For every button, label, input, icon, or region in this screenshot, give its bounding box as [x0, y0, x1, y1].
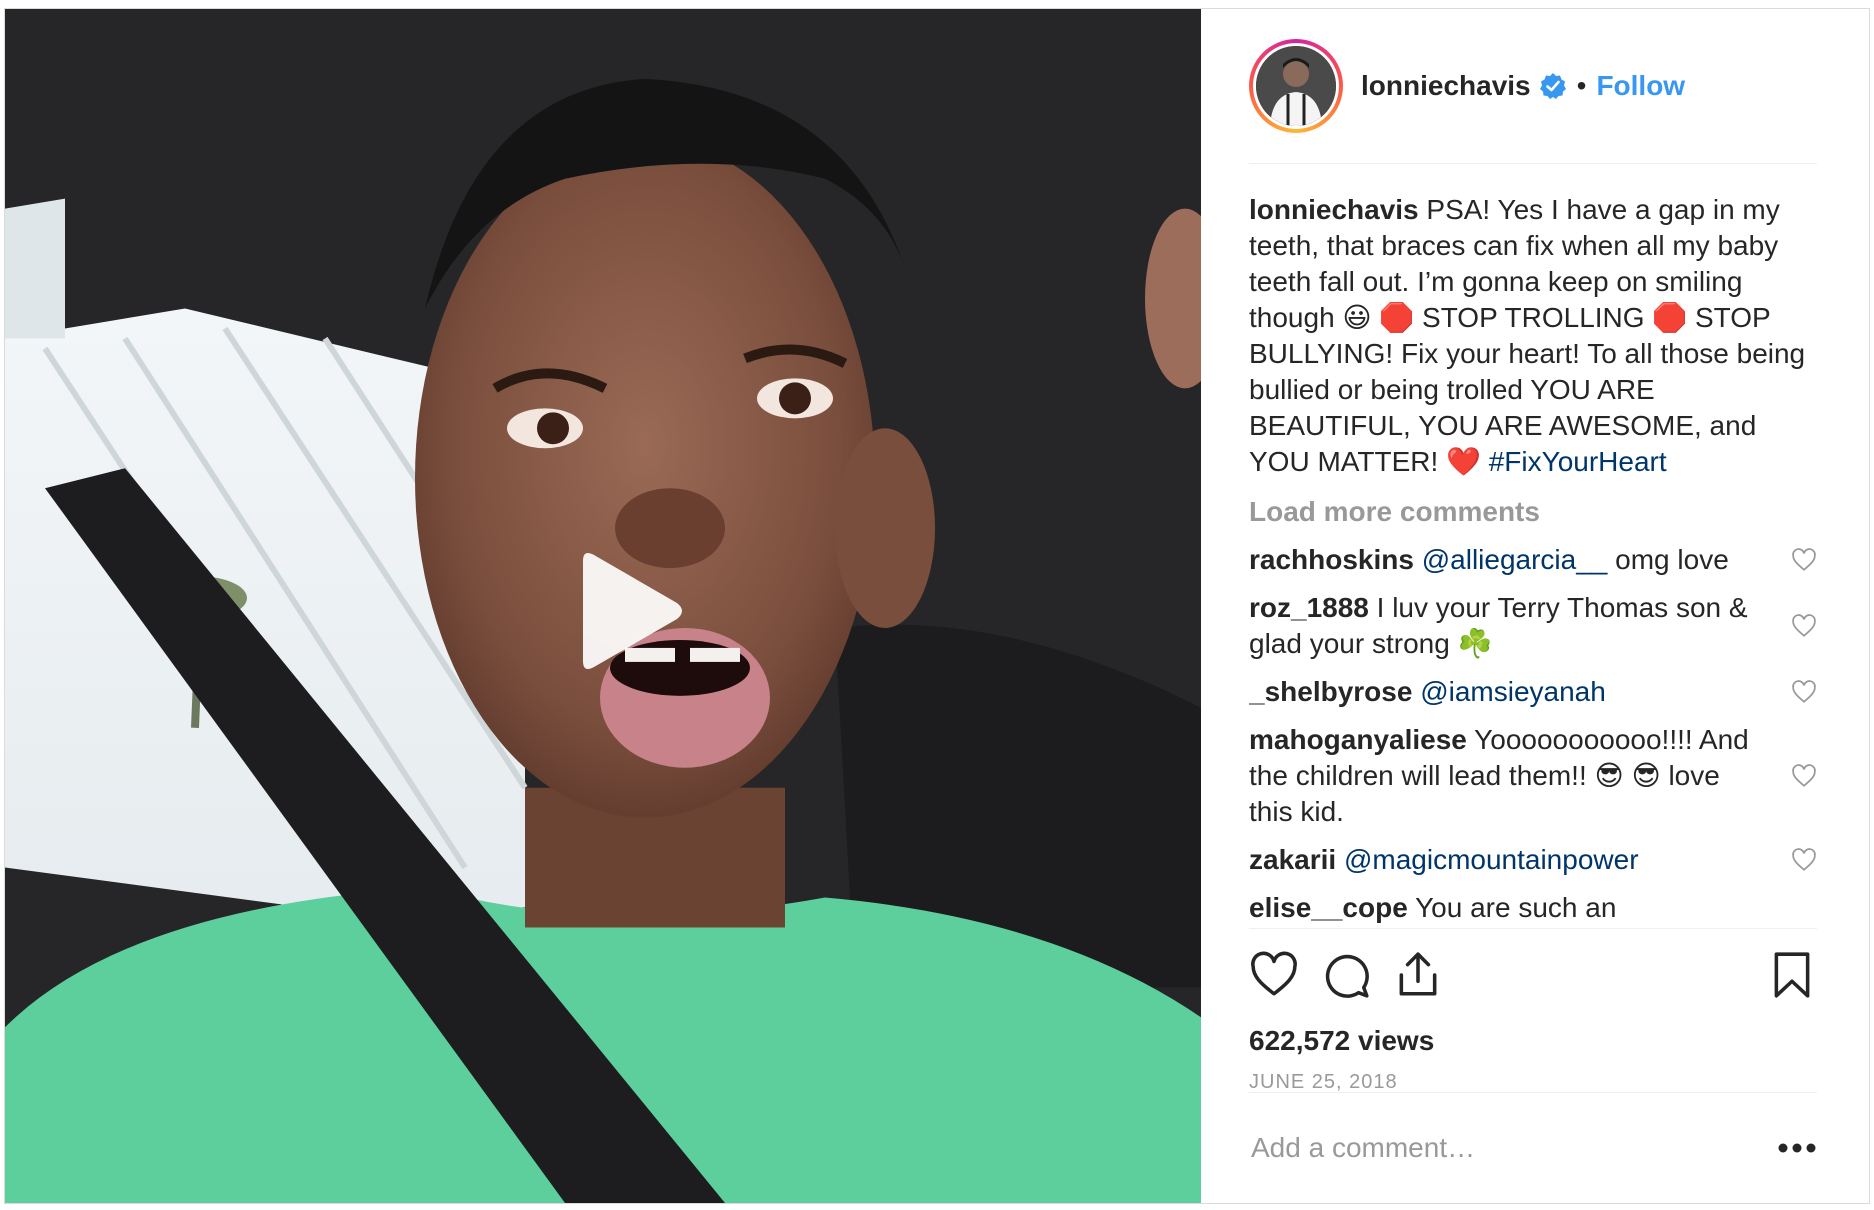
comment-item: rachhoskins @alliegarcia__ omg love: [1249, 542, 1817, 578]
comments-list[interactable]: lonniechavis PSA! Yes I have a gap in my…: [1249, 164, 1817, 928]
heart-outline-icon[interactable]: [1249, 950, 1299, 1000]
caption-text: PSA! Yes I have a gap in my teeth, that …: [1249, 194, 1806, 477]
post-caption: lonniechavis PSA! Yes I have a gap in my…: [1249, 192, 1817, 480]
bookmark-icon[interactable]: [1767, 950, 1817, 1000]
comment-text: omg love: [1615, 544, 1729, 575]
comment-item: zakarii @magicmountainpower: [1249, 842, 1817, 878]
play-icon[interactable]: [553, 541, 693, 681]
comment-username[interactable]: elise__cope: [1249, 892, 1408, 923]
ellipsis-icon[interactable]: [1777, 1142, 1817, 1154]
separator-dot: •: [1576, 70, 1587, 101]
comment-item: mahoganyaliese Yooooooooooo!!!! And the …: [1249, 722, 1817, 830]
speech-bubble-icon[interactable]: [1321, 950, 1371, 1000]
comment-username[interactable]: roz_1888: [1249, 592, 1369, 623]
like-comment-heart-icon[interactable]: [1791, 763, 1817, 789]
comment-username[interactable]: rachhoskins: [1249, 544, 1414, 575]
view-count[interactable]: 622,572 views: [1249, 1025, 1817, 1057]
comment-mention[interactable]: @iamsieyanah: [1420, 676, 1606, 707]
like-comment-heart-icon[interactable]: [1791, 679, 1817, 705]
comment-username[interactable]: mahoganyaliese: [1249, 724, 1467, 755]
caption-hashtag[interactable]: #FixYourHeart: [1489, 446, 1667, 477]
comment-mention[interactable]: @alliegarcia__: [1422, 544, 1608, 575]
action-icon-row: [1249, 947, 1817, 1003]
load-more-comments-button[interactable]: Load more comments: [1249, 494, 1817, 530]
add-comment-section: [1249, 1092, 1817, 1203]
share-upload-icon[interactable]: [1393, 950, 1443, 1000]
avatar-image: [1256, 46, 1336, 126]
comment-username[interactable]: _shelbyrose: [1249, 676, 1412, 707]
like-comment-heart-icon[interactable]: [1791, 847, 1817, 873]
comment-input[interactable]: [1249, 1131, 1777, 1165]
instagram-post: lonniechavis • Follow lonniechavis PSA! …: [4, 8, 1870, 1204]
comment-username[interactable]: zakarii: [1249, 844, 1336, 875]
like-comment-heart-icon[interactable]: [1791, 613, 1817, 639]
post-details-panel: lonniechavis • Follow lonniechavis PSA! …: [1201, 9, 1869, 1203]
header-username[interactable]: lonniechavis: [1361, 70, 1531, 102]
comment-item: elise__cope You are such an: [1249, 890, 1817, 926]
profile-avatar[interactable]: [1249, 39, 1343, 133]
comment-mention[interactable]: @magicmountainpower: [1344, 844, 1639, 875]
comment-item: _shelbyrose @iamsieyanah: [1249, 674, 1817, 710]
like-comment-heart-icon[interactable]: [1791, 547, 1817, 573]
comment-item: roz_1888 I luv your Terry Thomas son & g…: [1249, 590, 1817, 662]
follow-button[interactable]: Follow: [1596, 70, 1685, 102]
post-date[interactable]: JUNE 25, 2018: [1249, 1071, 1817, 1094]
post-video[interactable]: [5, 9, 1201, 1203]
comment-text: You are such an: [1415, 892, 1617, 923]
caption-username[interactable]: lonniechavis: [1249, 194, 1419, 225]
post-header: lonniechavis • Follow: [1249, 9, 1817, 164]
verified-badge-icon: [1539, 73, 1566, 99]
